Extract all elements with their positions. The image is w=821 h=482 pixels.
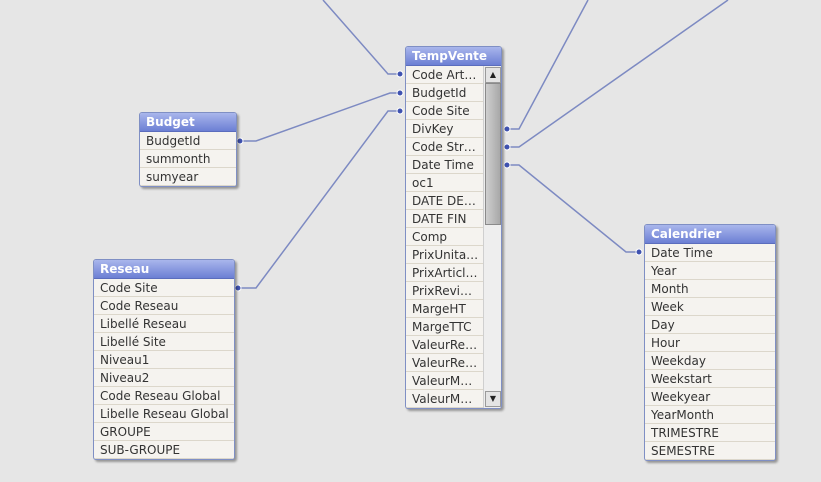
field-row[interactable]: Weekday xyxy=(645,352,775,370)
field-row[interactable]: sumyear xyxy=(140,168,236,186)
table-title[interactable]: Calendrier xyxy=(645,225,775,244)
field-row[interactable]: Month xyxy=(645,280,775,298)
field-row[interactable]: GROUPE xyxy=(94,423,234,441)
field-row[interactable]: Weekyear xyxy=(645,388,775,406)
field-row[interactable]: PrixRevi… xyxy=(406,282,484,300)
field-row[interactable]: Comp xyxy=(406,228,484,246)
scroll-up-button[interactable]: ▲ xyxy=(485,67,501,83)
field-row[interactable]: Code Site xyxy=(406,102,484,120)
field-row[interactable]: Date Time xyxy=(406,156,484,174)
link-dot xyxy=(503,125,511,133)
link-date-time xyxy=(507,164,639,253)
field-row[interactable]: Code Reseau Global xyxy=(94,387,234,405)
field-row[interactable]: Code Str… xyxy=(406,138,484,156)
field-row[interactable]: Libellé Reseau xyxy=(94,315,234,333)
field-row[interactable]: DATE DE… xyxy=(406,192,484,210)
field-row[interactable]: MargeTTC xyxy=(406,318,484,336)
table-tempvente[interactable]: TempVente Code Art… BudgetId Code Site D… xyxy=(405,46,502,409)
field-row[interactable]: Code Art… xyxy=(406,66,484,84)
link-code-site xyxy=(238,110,400,289)
field-row[interactable]: Niveau1 xyxy=(94,351,234,369)
field-row[interactable]: Niveau2 xyxy=(94,369,234,387)
link-dot xyxy=(396,89,404,97)
table-title[interactable]: TempVente xyxy=(406,47,501,66)
link-code-str-offscreen xyxy=(507,0,729,148)
field-row[interactable]: ValeurM… xyxy=(406,390,484,408)
link-dot xyxy=(503,161,511,169)
field-row[interactable]: ValeurM… xyxy=(406,372,484,390)
scroll-thumb[interactable] xyxy=(485,83,501,225)
field-row[interactable]: Code Reseau xyxy=(94,297,234,315)
link-dot xyxy=(503,143,511,151)
link-divkey-offscreen xyxy=(507,0,589,130)
field-row[interactable]: DivKey xyxy=(406,120,484,138)
field-row[interactable]: summonth xyxy=(140,150,236,168)
field-row[interactable]: Day xyxy=(645,316,775,334)
field-row[interactable]: Year xyxy=(645,262,775,280)
field-row[interactable]: BudgetId xyxy=(140,132,236,150)
link-budgetid xyxy=(240,92,400,142)
field-row[interactable]: PrixUnita… xyxy=(406,246,484,264)
field-row[interactable]: oc1 xyxy=(406,174,484,192)
table-calendrier[interactable]: Calendrier Date Time Year Month Week Day… xyxy=(644,224,776,461)
field-row[interactable]: Weekstart xyxy=(645,370,775,388)
link-dot xyxy=(396,107,404,115)
link-dot xyxy=(635,248,643,256)
field-row[interactable]: MargeHT xyxy=(406,300,484,318)
field-row[interactable]: Date Time xyxy=(645,244,775,262)
field-row[interactable]: SUB-GROUPE xyxy=(94,441,234,459)
field-row[interactable]: ValeurRe… xyxy=(406,354,484,372)
field-row[interactable]: YearMonth xyxy=(645,406,775,424)
field-row[interactable]: Code Site xyxy=(94,279,234,297)
field-row[interactable]: PrixArticl… xyxy=(406,264,484,282)
triangle-up-icon: ▲ xyxy=(489,70,497,79)
field-row[interactable]: Libellé Site xyxy=(94,333,234,351)
triangle-down-icon: ▼ xyxy=(489,394,497,403)
vertical-scrollbar[interactable]: ▲ ▼ xyxy=(483,66,501,408)
field-row[interactable]: BudgetId xyxy=(406,84,484,102)
link-dot xyxy=(396,70,404,78)
field-row[interactable]: TRIMESTRE xyxy=(645,424,775,442)
field-row[interactable]: DATE FIN xyxy=(406,210,484,228)
table-budget[interactable]: Budget BudgetId summonth sumyear xyxy=(139,112,237,187)
link-code-art-offscreen xyxy=(322,0,400,75)
link-dot xyxy=(236,137,244,145)
scroll-down-button[interactable]: ▼ xyxy=(485,391,501,407)
link-dot xyxy=(234,284,242,292)
table-title[interactable]: Budget xyxy=(140,113,236,132)
field-row[interactable]: Libelle Reseau Global xyxy=(94,405,234,423)
field-row[interactable]: Week xyxy=(645,298,775,316)
field-row[interactable]: SEMESTRE xyxy=(645,442,775,460)
field-row[interactable]: Hour xyxy=(645,334,775,352)
table-reseau[interactable]: Reseau Code Site Code Reseau Libellé Res… xyxy=(93,259,235,460)
table-title[interactable]: Reseau xyxy=(94,260,234,279)
field-row[interactable]: ValeurRe… xyxy=(406,336,484,354)
